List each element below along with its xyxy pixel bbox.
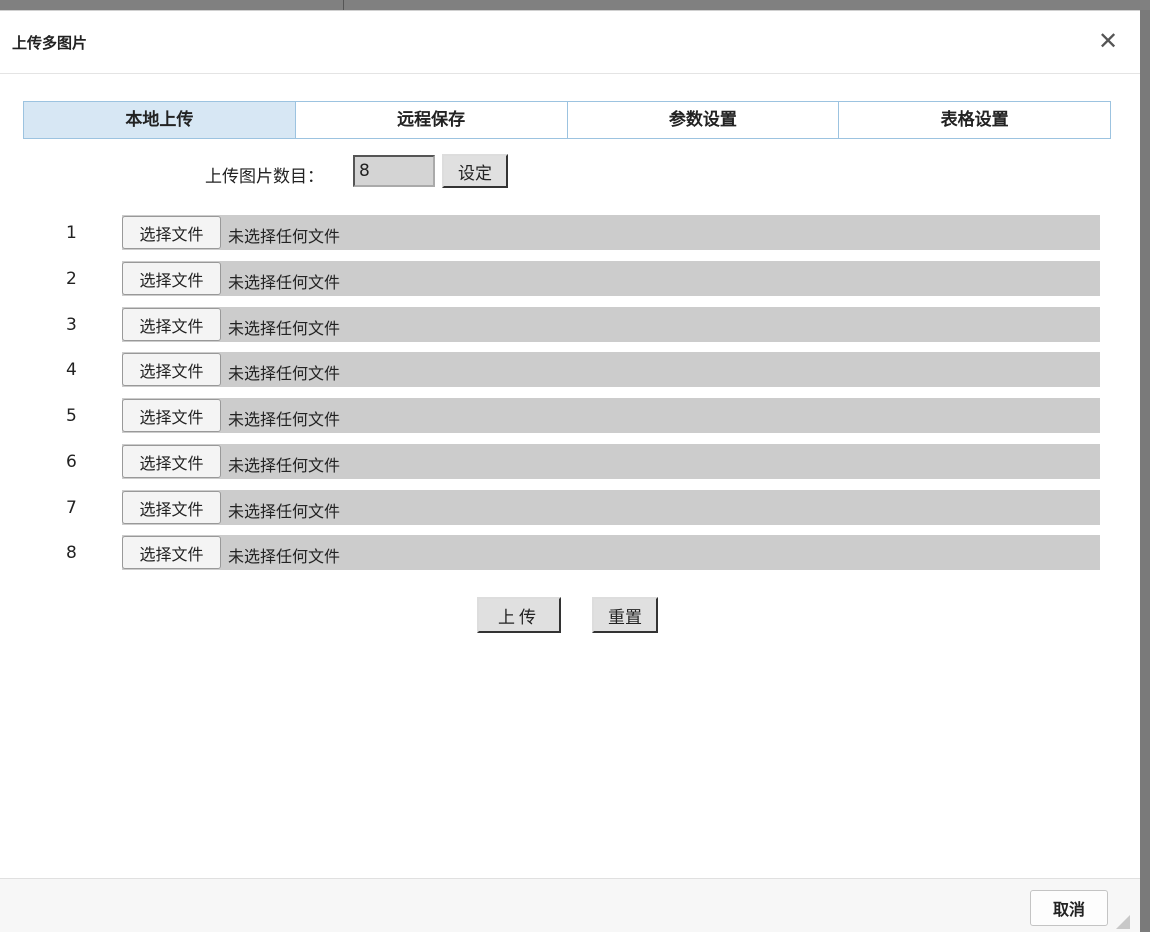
choose-file-button[interactable]: 选择文件 [122, 262, 221, 295]
file-index: 1 [66, 223, 77, 243]
file-input[interactable]: 选择文件 未选择任何文件 [122, 490, 1100, 525]
backdrop-divider [343, 0, 344, 10]
choose-file-button[interactable]: 选择文件 [122, 308, 221, 341]
action-row: 上传 重置 [0, 597, 1140, 635]
file-row: 4 选择文件 未选择任何文件 [0, 351, 1140, 387]
file-status: 未选择任何文件 [228, 456, 341, 475]
file-status: 未选择任何文件 [228, 410, 341, 429]
close-icon[interactable]: ✕ [1096, 27, 1120, 55]
file-status: 未选择任何文件 [228, 319, 341, 338]
file-row: 6 选择文件 未选择任何文件 [0, 443, 1140, 479]
tab-bar: 本地上传 远程保存 参数设置 表格设置 [23, 101, 1111, 139]
file-row: 2 选择文件 未选择任何文件 [0, 260, 1140, 296]
tab-remote-save[interactable]: 远程保存 [295, 102, 568, 138]
file-status: 未选择任何文件 [228, 364, 341, 383]
dialog-header: 上传多图片 ✕ [0, 11, 1140, 74]
file-row: 1 选择文件 未选择任何文件 [0, 214, 1140, 250]
file-row: 7 选择文件 未选择任何文件 [0, 489, 1140, 525]
file-input[interactable]: 选择文件 未选择任何文件 [122, 307, 1100, 342]
file-input[interactable]: 选择文件 未选择任何文件 [122, 444, 1100, 479]
file-status: 未选择任何文件 [228, 502, 341, 521]
reset-button[interactable]: 重置 [592, 597, 658, 633]
choose-file-button[interactable]: 选择文件 [122, 445, 221, 478]
file-index: 8 [66, 543, 77, 563]
choose-file-button[interactable]: 选择文件 [122, 353, 221, 386]
choose-file-button[interactable]: 选择文件 [122, 216, 221, 249]
file-index: 4 [66, 360, 77, 380]
dialog-footer: 取消 [0, 878, 1140, 932]
cancel-button[interactable]: 取消 [1030, 890, 1108, 926]
resize-grip-icon[interactable] [1116, 915, 1130, 929]
file-row: 5 选择文件 未选择任何文件 [0, 397, 1140, 433]
tab-parameter-settings[interactable]: 参数设置 [567, 102, 840, 138]
file-row: 3 选择文件 未选择任何文件 [0, 306, 1140, 342]
choose-file-button[interactable]: 选择文件 [122, 536, 221, 569]
file-index: 6 [66, 452, 77, 472]
dialog-title: 上传多图片 [12, 34, 88, 52]
upload-dialog: 上传多图片 ✕ 本地上传 远程保存 参数设置 表格设置 上传图片数目： 设定 1… [0, 10, 1140, 932]
choose-file-button[interactable]: 选择文件 [122, 491, 221, 524]
backdrop-side-strip [1140, 10, 1150, 930]
file-input[interactable]: 选择文件 未选择任何文件 [122, 398, 1100, 433]
file-row: 8 选择文件 未选择任何文件 [0, 534, 1140, 570]
set-count-button[interactable]: 设定 [442, 154, 508, 188]
choose-file-button[interactable]: 选择文件 [122, 399, 221, 432]
image-count-input[interactable] [353, 155, 435, 187]
image-count-row: 上传图片数目： 设定 [0, 154, 1140, 190]
file-input[interactable]: 选择文件 未选择任何文件 [122, 352, 1100, 387]
file-input[interactable]: 选择文件 未选择任何文件 [122, 535, 1100, 570]
file-input[interactable]: 选择文件 未选择任何文件 [122, 261, 1100, 296]
file-index: 7 [66, 498, 77, 518]
file-index: 3 [66, 315, 77, 335]
file-input[interactable]: 选择文件 未选择任何文件 [122, 215, 1100, 250]
file-status: 未选择任何文件 [228, 273, 341, 292]
file-status: 未选择任何文件 [228, 227, 341, 246]
file-status: 未选择任何文件 [228, 547, 341, 566]
tab-local-upload[interactable]: 本地上传 [24, 102, 296, 138]
tab-table-settings[interactable]: 表格设置 [839, 102, 1110, 138]
file-index: 2 [66, 269, 77, 289]
file-index: 5 [66, 406, 77, 426]
upload-button[interactable]: 上传 [477, 597, 561, 633]
image-count-label: 上传图片数目： [205, 167, 324, 187]
